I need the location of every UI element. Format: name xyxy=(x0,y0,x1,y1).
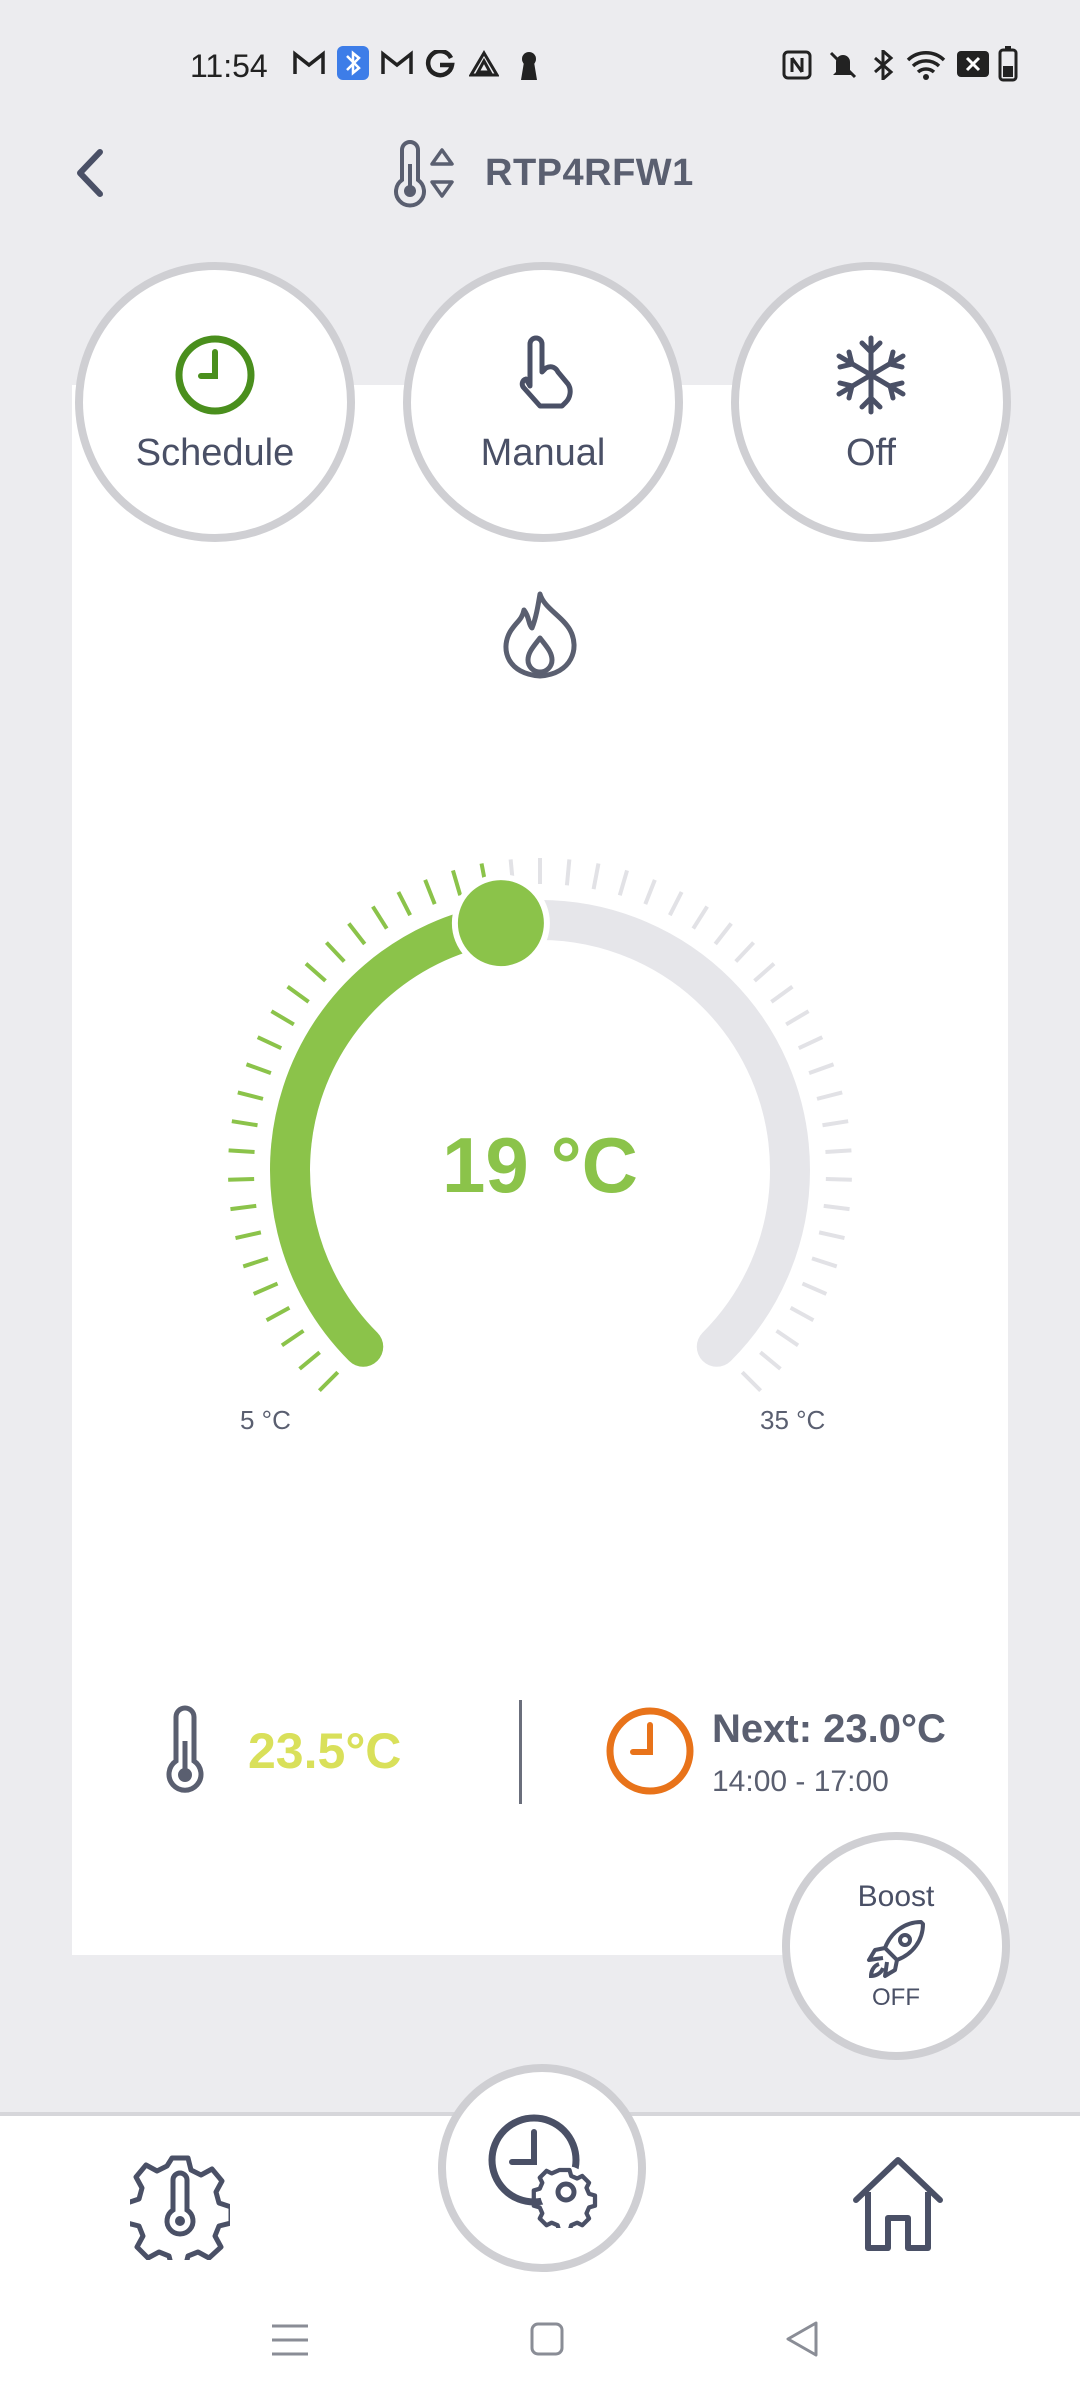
schedule-settings-icon xyxy=(488,2114,598,2228)
dial-tick xyxy=(801,1281,828,1296)
setpoint-value: 19 °C xyxy=(442,1121,638,1209)
clock-icon xyxy=(175,335,255,414)
bluetooth-app-icon xyxy=(337,46,369,80)
no-sim-icon xyxy=(957,51,989,77)
dial-max-label: 35 °C xyxy=(760,1405,826,1435)
dial-tick xyxy=(231,1119,258,1128)
boost-button[interactable]: Boost OFF xyxy=(782,1832,1010,2060)
dial-tick xyxy=(252,1281,279,1296)
dial-tick xyxy=(235,1230,262,1241)
system-home-button[interactable] xyxy=(530,2322,564,2356)
dial-tick xyxy=(822,1119,849,1128)
dial-tick xyxy=(816,1090,843,1101)
dial-tick xyxy=(789,1306,815,1323)
dial-tick xyxy=(785,1009,810,1027)
keyhole-icon xyxy=(521,52,537,80)
system-recents-button[interactable] xyxy=(270,2322,310,2358)
mode-schedule-button[interactable]: Schedule xyxy=(75,262,355,542)
mode-manual-button[interactable]: Manual xyxy=(403,262,683,542)
dial-tick xyxy=(298,1350,321,1371)
wifi-icon xyxy=(906,51,946,80)
dial-tick xyxy=(230,1203,257,1212)
hand-pointer-icon xyxy=(519,335,573,408)
google-icon xyxy=(425,50,455,78)
battery-icon xyxy=(998,46,1018,82)
dial-tick xyxy=(691,905,709,930)
info-divider xyxy=(519,1700,522,1804)
schedule-settings-button[interactable] xyxy=(438,2064,646,2272)
next-setpoint-label: Next: 23.0°C xyxy=(712,1707,946,1751)
dial-tick xyxy=(242,1256,269,1269)
boost-state: OFF xyxy=(872,1984,920,2011)
dial-tick xyxy=(818,1230,845,1241)
device-name: RTP4RFW1 xyxy=(485,152,694,194)
dial-tick xyxy=(740,1370,763,1393)
back-button[interactable] xyxy=(62,138,122,208)
flame-icon xyxy=(503,591,577,679)
dial-tick xyxy=(734,941,756,963)
dial-tick xyxy=(753,962,776,983)
thermometer-icon xyxy=(166,1705,204,1793)
boost-label: Boost xyxy=(857,1880,935,1913)
dial-tick xyxy=(713,922,733,946)
mode-off-label: Off xyxy=(846,431,896,474)
dial-tick xyxy=(280,1329,305,1348)
dial-tick xyxy=(591,863,601,890)
dial-tick xyxy=(265,1306,291,1323)
mute-icon xyxy=(829,51,857,79)
thermostat-settings-icon[interactable] xyxy=(130,2150,230,2260)
dial-tick xyxy=(228,1148,255,1155)
next-time-range: 14:00 - 17:00 xyxy=(712,1765,889,1798)
dial-tick xyxy=(228,1176,255,1182)
dial-tick xyxy=(423,879,437,905)
dial-knob[interactable] xyxy=(451,874,550,973)
mode-off-button[interactable]: Off xyxy=(731,262,1011,542)
dial-tick xyxy=(451,869,463,896)
gmail-icon xyxy=(293,50,325,74)
dial-tick xyxy=(347,922,367,946)
status-time: 11:54 xyxy=(190,48,268,84)
dial-tick xyxy=(759,1350,782,1371)
dial-min-label: 5 °C xyxy=(240,1405,291,1435)
current-temperature: 23.5°C xyxy=(248,1723,402,1779)
dial-tick xyxy=(245,1062,272,1076)
dial-tick xyxy=(775,1329,800,1348)
dial-tick xyxy=(286,984,310,1004)
dial-tick xyxy=(304,962,327,983)
system-back-button[interactable] xyxy=(784,2320,820,2358)
thermostat-device-icon xyxy=(394,140,454,208)
bluetooth-icon xyxy=(874,50,894,80)
home-icon[interactable] xyxy=(848,2150,948,2260)
mode-manual-label: Manual xyxy=(480,431,606,474)
gmail-icon xyxy=(381,50,413,74)
rocket-icon xyxy=(867,1920,925,1979)
dial-tick xyxy=(825,1148,852,1155)
dial-tick xyxy=(237,1090,264,1101)
dial-tick xyxy=(811,1256,838,1269)
snowflake-icon xyxy=(836,335,906,414)
dial-tick xyxy=(324,941,346,963)
dial-tick xyxy=(396,891,412,917)
dial-tick xyxy=(371,905,389,930)
status-bar: 11:54 xyxy=(0,0,1080,130)
mode-schedule-label: Schedule xyxy=(135,431,295,474)
dial-tick xyxy=(823,1203,850,1212)
dial-tick xyxy=(617,869,629,896)
dial-tick xyxy=(770,984,794,1004)
dial-tick xyxy=(797,1035,824,1051)
dial-tick xyxy=(825,1176,852,1182)
dial-tick xyxy=(808,1062,835,1076)
dial-tick xyxy=(256,1035,283,1051)
nfc-icon xyxy=(782,50,812,80)
dial-tick xyxy=(317,1370,340,1393)
next-schedule-clock-icon xyxy=(606,1707,694,1795)
dial-tick xyxy=(564,859,572,886)
dial-tick xyxy=(643,879,657,905)
drive-icon xyxy=(469,50,499,77)
dial-tick xyxy=(270,1009,295,1027)
dial-tick xyxy=(668,891,684,917)
